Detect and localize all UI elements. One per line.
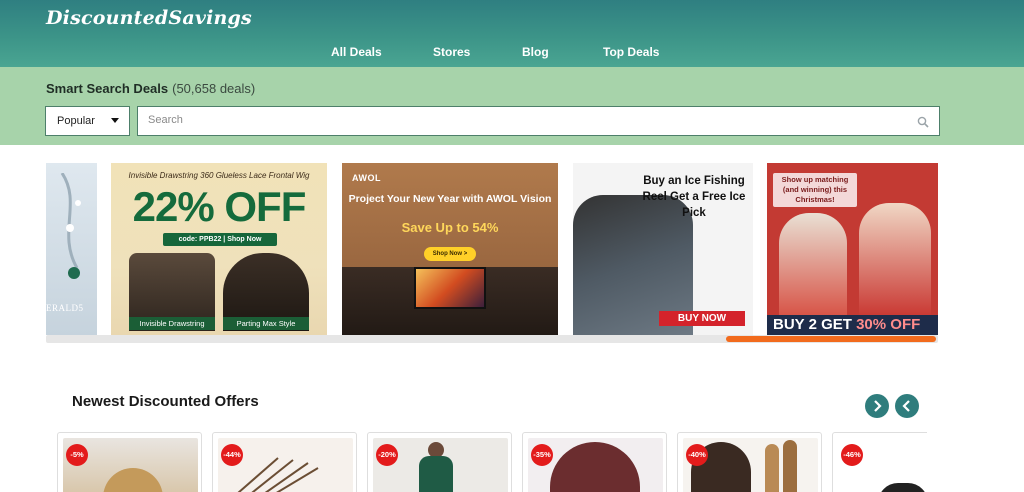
discount-badge: -44% — [221, 444, 243, 466]
banner-code: code: PPB22 | Shop Now — [163, 233, 277, 246]
person-image-2 — [859, 203, 931, 323]
nav-stores[interactable]: Stores — [433, 45, 470, 59]
offer-card[interactable]: -44% — [212, 432, 357, 492]
promo-banner-sweaters[interactable]: Show up matching (and winning) this Chri… — [767, 163, 938, 335]
promo-banner-fishing[interactable]: Buy an Ice Fishing Reel Get a Free Ice P… — [573, 163, 753, 335]
banner-label-2: Parting Max Style — [223, 317, 309, 330]
promo-banner-awol[interactable]: AWOL Project Your New Year with AWOL Vis… — [342, 163, 558, 335]
offer-text-a: BUY 2 GET — [773, 316, 857, 333]
shop-now-button[interactable]: Shop Now > — [424, 247, 476, 261]
discount-badge: -20% — [376, 444, 398, 466]
awol-logo: AWOL — [352, 173, 381, 183]
sort-dropdown[interactable]: Popular — [45, 106, 130, 136]
banner-discount: Save Up to 54% — [401, 220, 499, 235]
carousel-scroll-thumb[interactable] — [726, 336, 936, 342]
banner-note: Show up matching (and winning) this Chri… — [773, 173, 857, 207]
search-input[interactable] — [148, 114, 908, 126]
offer-card[interactable]: -20% — [367, 432, 512, 492]
next-arrow-button[interactable] — [865, 394, 889, 418]
chevron-left-icon — [902, 400, 910, 412]
nav-blog[interactable]: Blog — [522, 45, 549, 59]
banner-headline: Project Your New Year with AWOL Vision — [348, 193, 552, 205]
chevron-right-icon — [874, 400, 882, 412]
offer-text-b: 30% OFF — [856, 316, 921, 333]
prev-arrow-button[interactable] — [895, 394, 919, 418]
banner-offer: BUY 2 GET 30% OFF — [767, 315, 938, 335]
buy-now-button[interactable]: BUY NOW — [659, 311, 745, 326]
promo-banner-wig[interactable]: Invisible Drawstring 360 Glueless Lace F… — [111, 163, 327, 335]
discount-badge: -35% — [531, 444, 553, 466]
site-logo[interactable]: DiscountedSavings — [46, 7, 252, 29]
search-title: Smart Search Deals — [46, 81, 169, 96]
offer-card[interactable]: -5% — [57, 432, 202, 492]
caret-down-icon — [111, 118, 119, 123]
discount-badge: -46% — [841, 444, 863, 466]
promo-code-text: ERALD5 — [46, 303, 84, 313]
nav-all-deals[interactable]: All Deals — [331, 45, 382, 59]
discount-badge: -40% — [686, 444, 708, 466]
projector-screen-image — [414, 267, 486, 309]
promo-banner-1[interactable]: ERALD5 — [46, 163, 97, 335]
deal-count: (50,658 deals) — [172, 81, 256, 96]
jewelry-image — [60, 173, 81, 279]
banner-headline: Buy an Ice Fishing Reel Get a Free Ice P… — [642, 175, 746, 219]
sort-value: Popular — [57, 115, 95, 127]
discount-badge: -5% — [66, 444, 88, 466]
offer-card[interactable]: -40% — [677, 432, 822, 492]
nav-top-deals[interactable]: Top Deals — [603, 45, 659, 59]
section-title: Newest Discounted Offers — [72, 393, 259, 410]
banner-subtitle: Invisible Drawstring 360 Glueless Lace F… — [128, 171, 310, 180]
banner-label-1: Invisible Drawstring — [129, 317, 215, 330]
site-header: DiscountedSavings All Deals Stores Blog … — [0, 0, 1024, 67]
promo-carousel: ERALD5 Invisible Drawstring 360 Glueless… — [46, 163, 938, 335]
search-icon[interactable] — [917, 116, 929, 128]
person-image-1 — [779, 213, 847, 323]
banner-discount: 22% OFF — [132, 183, 307, 230]
search-box — [137, 106, 940, 136]
main-nav: All Deals Stores Blog Top Deals — [0, 45, 1024, 61]
offers-row: -5% -44% -20% -35% -40% -46% — [57, 432, 927, 492]
search-heading: Smart Search Deals (50,658 deals) — [46, 81, 255, 96]
offer-card[interactable]: -46% — [832, 432, 927, 492]
offer-card[interactable]: -35% — [522, 432, 667, 492]
